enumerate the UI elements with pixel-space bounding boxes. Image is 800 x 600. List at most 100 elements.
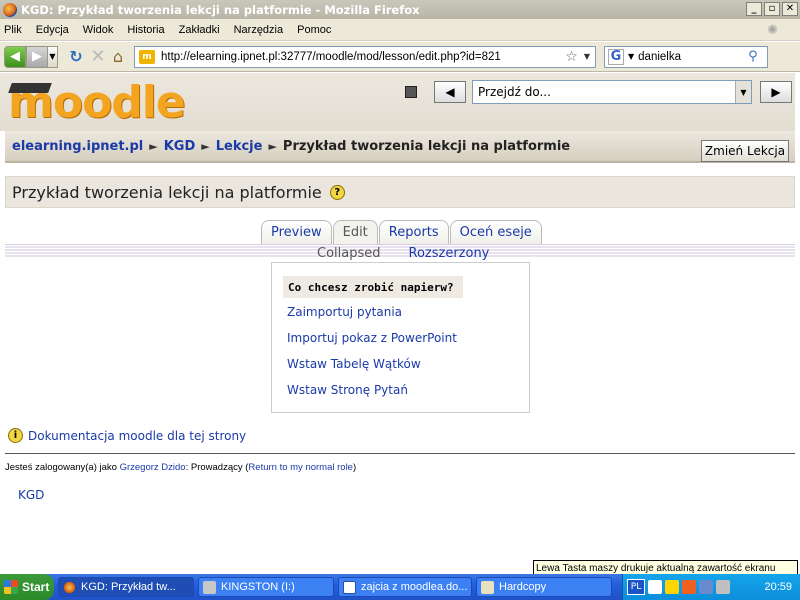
import-questions-link[interactable]: Zaimportuj pytania [287, 303, 457, 329]
breadcrumb-current: Przykład tworzenia lekcji na platformie [282, 138, 571, 154]
url-dropdown-icon[interactable]: ▼ [584, 52, 590, 61]
url-text[interactable]: http://elearning.ipnet.pl:32777/moodle/m… [161, 51, 565, 63]
breadcrumb-bar: elearning.ipnet.pl ► KGD ► Lekcje ► Przy… [5, 131, 795, 163]
prev-activity-button[interactable]: ◀ [434, 81, 466, 103]
close-paren: ) [352, 462, 357, 473]
tab-preview[interactable]: Preview [261, 220, 332, 244]
language-indicator[interactable]: PL [627, 579, 645, 595]
start-label: Start [22, 580, 50, 594]
throbber-icon: ✺ [767, 22, 778, 37]
close-button[interactable]: ✕ [782, 2, 798, 16]
breadcrumb-separator: ► [201, 139, 210, 153]
graduation-cap-icon [8, 83, 52, 93]
breadcrumb-lessons[interactable]: Lekcje [216, 139, 263, 154]
page-title-bar: Przykład tworzenia lekcji na platformie … [5, 176, 795, 208]
help-icon[interactable]: ? [329, 184, 345, 200]
windows-flag-icon [4, 580, 18, 594]
task-firefox[interactable]: KGD: Przykład tw... [58, 577, 194, 597]
jump-to-select[interactable]: Przejdź do... ▼ [472, 80, 752, 104]
tab-reports[interactable]: Reports [378, 220, 449, 244]
stop-icon[interactable]: ✕ [88, 46, 108, 68]
hc-icon[interactable] [665, 580, 679, 594]
navigation-toolbar: ◀ ▶ ▼ ↻ ✕ ⌂ m http://elearning.ipnet.pl:… [0, 42, 800, 72]
breadcrumb-separator: ► [149, 139, 158, 153]
network-icon[interactable] [699, 580, 713, 594]
site-favicon-icon: m [139, 49, 155, 64]
sun-icon[interactable] [682, 580, 696, 594]
chevron-down-icon[interactable]: ▼ [735, 81, 751, 103]
change-lesson-button[interactable]: Zmień Lekcja [701, 140, 789, 162]
menu-widok[interactable]: Widok [83, 24, 114, 36]
tab-edit[interactable]: Edit [332, 220, 378, 244]
window-controls: _ ▫ ✕ [746, 2, 798, 16]
home-icon[interactable]: ⌂ [108, 46, 128, 68]
search-bar: G ▼ ⚲ [604, 45, 768, 68]
subtab-expanded[interactable]: Rozszerzony [409, 246, 490, 261]
import-powerpoint-link[interactable]: Importuj pokaz z PowerPoint [287, 329, 457, 355]
breadcrumb: elearning.ipnet.pl ► KGD ► Lekcje ► Przy… [5, 139, 570, 154]
task-kingston[interactable]: KINGSTON (I:) [198, 577, 334, 597]
volume-icon[interactable] [716, 580, 730, 594]
box-links: Zaimportuj pytania Importuj pokaz z Powe… [287, 303, 457, 407]
task-hardcopy[interactable]: Hardcopy [476, 577, 612, 597]
menu-historia[interactable]: Historia [127, 24, 164, 36]
history-dropdown-icon[interactable]: ▼ [48, 45, 58, 68]
floppy-icon[interactable] [405, 86, 417, 98]
page-title: Przykład tworzenia lekcji na platformie [12, 182, 322, 202]
task-label: zajcia z moodlea.do... [361, 581, 468, 593]
role-text: : Prowadzący ( [185, 462, 249, 473]
info-icon: i [8, 428, 23, 443]
menu-narzedzia[interactable]: Narzędzia [234, 24, 284, 36]
first-action-box: Co chcesz zrobić napierw? Zaimportuj pyt… [271, 262, 530, 413]
moodle-docs-link[interactable]: Dokumentacja moodle dla tej strony [28, 429, 246, 443]
word-document-icon [343, 581, 356, 594]
moodle-header: moodle ◀ Przejdź do... ▼ ▶ [0, 73, 795, 131]
menu-edycja[interactable]: Edycja [36, 24, 69, 36]
window-titlebar: KGD: Przykład tworzenia lekcji na platfo… [0, 0, 800, 19]
forward-button[interactable]: ▶ [26, 45, 48, 68]
tab-row: Preview Edit Reports Oceń eseje [261, 220, 543, 244]
search-input[interactable] [638, 50, 749, 63]
back-button[interactable]: ◀ [4, 45, 26, 68]
bookmark-star-icon[interactable]: ☆ [565, 49, 578, 65]
subtab-collapsed: Collapsed [317, 246, 381, 261]
footer-divider [5, 453, 795, 454]
search-engine-dropdown-icon[interactable]: ▼ [628, 52, 634, 61]
taskbar: Start KGD: Przykład tw... KINGSTON (I:) … [0, 574, 800, 600]
system-tray: PL 20:59 [622, 574, 800, 600]
window-title: KGD: Przykład tworzenia lekcji na platfo… [21, 2, 420, 17]
tray-app-icon[interactable] [648, 580, 662, 594]
printer-icon [481, 581, 494, 594]
moodle-docs: i Dokumentacja moodle dla tej strony [8, 428, 246, 443]
task-label: Hardcopy [499, 581, 547, 593]
search-engine-icon[interactable]: G [608, 48, 624, 65]
task-label: KGD: Przykład tw... [81, 581, 176, 593]
start-button[interactable]: Start [0, 574, 54, 600]
minimize-button[interactable]: _ [746, 2, 762, 16]
search-icon[interactable]: ⚲ [748, 49, 758, 64]
firefox-icon [3, 2, 17, 17]
url-bar[interactable]: m http://elearning.ipnet.pl:32777/moodle… [134, 45, 596, 68]
course-home-link[interactable]: KGD [18, 488, 44, 502]
user-link[interactable]: Grzegorz Dzido [120, 462, 186, 473]
menu-plik[interactable]: Plik [4, 24, 22, 36]
insert-question-page-link[interactable]: Wstaw Stronę Pytań [287, 381, 457, 407]
login-info: Jesteś zalogowany(a) jako Grzegorz Dzido… [5, 462, 356, 473]
task-word[interactable]: zajcia z moodlea.do... [338, 577, 472, 597]
maximize-button[interactable]: ▫ [764, 2, 780, 16]
insert-branch-table-link[interactable]: Wstaw Tabelę Wątków [287, 355, 457, 381]
breadcrumb-site[interactable]: elearning.ipnet.pl [12, 139, 143, 154]
drive-icon [203, 581, 216, 594]
moodle-logo[interactable]: moodle [8, 77, 186, 128]
return-role-link[interactable]: Return to my normal role [248, 462, 353, 473]
menu-zakladki[interactable]: Zakładki [179, 24, 220, 36]
next-activity-button[interactable]: ▶ [760, 81, 792, 103]
tab-grade-essays[interactable]: Oceń eseje [449, 220, 542, 244]
menu-pomoc[interactable]: Pomoc [297, 24, 331, 36]
login-prefix: Jesteś zalogowany(a) jako [5, 462, 120, 473]
clock: 20:59 [764, 581, 792, 593]
reload-icon[interactable]: ↻ [64, 46, 88, 68]
breadcrumb-course[interactable]: KGD [164, 139, 196, 154]
box-heading: Co chcesz zrobić napierw? [283, 276, 463, 298]
task-label: KINGSTON (I:) [221, 581, 295, 593]
